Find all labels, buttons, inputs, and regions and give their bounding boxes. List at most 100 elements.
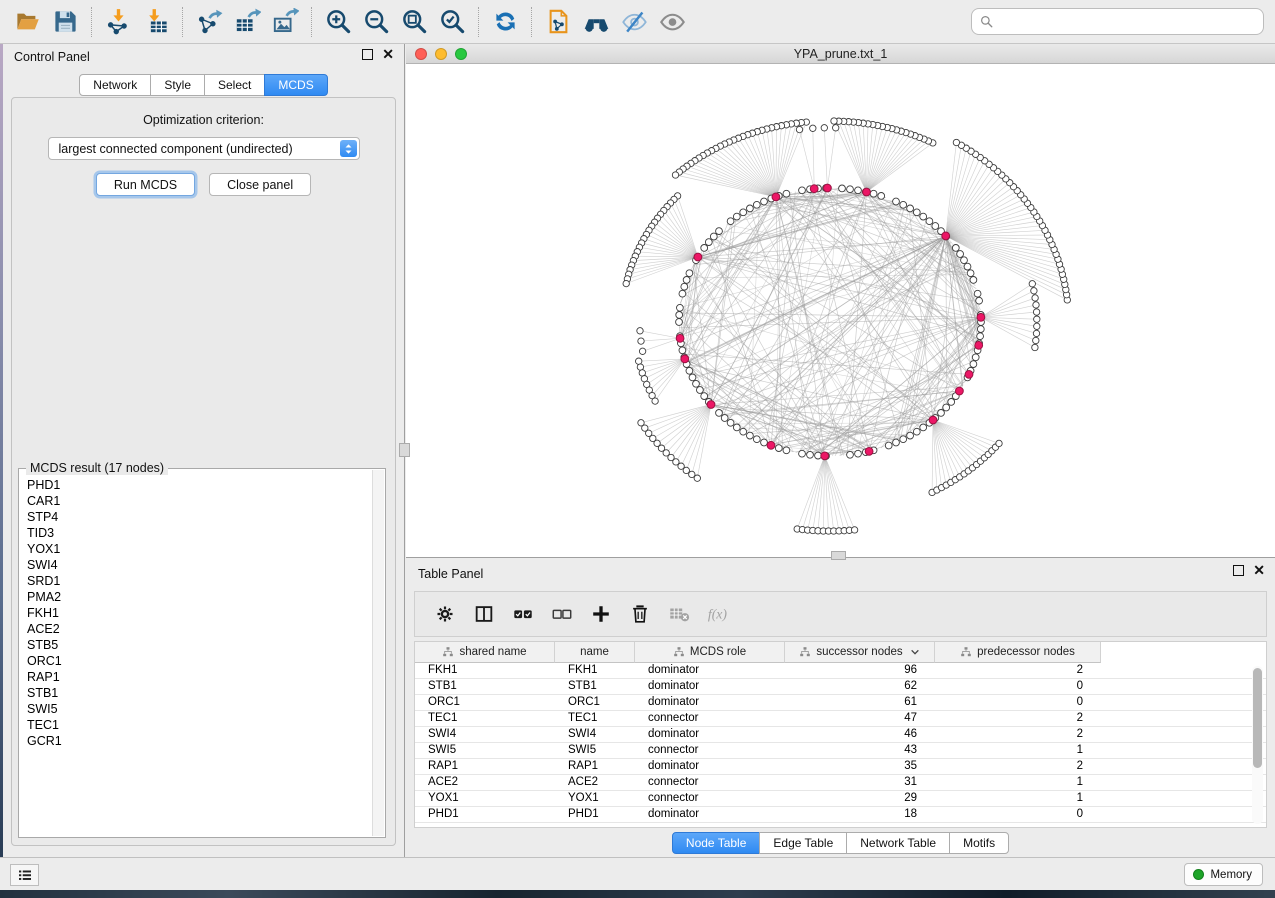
unselect-all-button[interactable] (546, 598, 578, 630)
tab-select[interactable]: Select (204, 74, 265, 96)
toolbar-separator (478, 7, 479, 37)
zoom-window-icon[interactable] (455, 48, 467, 60)
export-table-button[interactable] (228, 4, 266, 40)
mcds-result-item[interactable]: SWI4 (20, 557, 372, 573)
cell-shared_name: ACE2 (415, 775, 555, 790)
tab-node-table[interactable]: Node Table (672, 832, 761, 854)
table-row[interactable]: YOX1YOX1connector291 (415, 791, 1266, 807)
mcds-result-item[interactable]: FKH1 (20, 605, 372, 621)
mcds-result-item[interactable]: GCR1 (20, 733, 372, 749)
table-row[interactable]: PHD1PHD1dominator180 (415, 807, 1266, 823)
cell-name: ACE2 (555, 775, 635, 790)
zoom-in-button[interactable] (319, 4, 357, 40)
table-row[interactable]: ACE2ACE2connector311 (415, 775, 1266, 791)
cell-shared_name: SWI4 (415, 727, 555, 742)
refresh-button[interactable] (486, 4, 524, 40)
close-table-panel-icon[interactable]: ✕ (1253, 565, 1265, 576)
table-row[interactable]: STB1STB1dominator620 (415, 679, 1266, 695)
select-all-icon (512, 603, 534, 625)
mcds-result-item[interactable]: TEC1 (20, 717, 372, 733)
mcds-list-scrollbar[interactable] (372, 470, 384, 836)
network-window-titlebar[interactable]: YPA_prune.txt_1 (406, 44, 1275, 64)
mcds-result-item[interactable]: RAP1 (20, 669, 372, 685)
export-network-button[interactable] (190, 4, 228, 40)
mcds-result-item[interactable]: TID3 (20, 525, 372, 541)
column-header-MCDS-role[interactable]: MCDS role (635, 642, 785, 663)
table-scrollbar[interactable] (1252, 666, 1263, 824)
cell-successors: 62 (785, 679, 935, 694)
cell-name: FKH1 (555, 663, 635, 678)
open-session-button[interactable] (8, 4, 46, 40)
search-binoculars-button[interactable] (577, 4, 615, 40)
memory-button[interactable]: Memory (1184, 863, 1263, 886)
mcds-result-item[interactable]: STP4 (20, 509, 372, 525)
mcds-result-item[interactable]: ACE2 (20, 621, 372, 637)
tab-motifs[interactable]: Motifs (949, 832, 1009, 854)
tab-style[interactable]: Style (150, 74, 205, 96)
add-column-button[interactable] (585, 598, 617, 630)
zoom-out-button[interactable] (357, 4, 395, 40)
search-input[interactable] (994, 12, 1263, 32)
select-all-button[interactable] (507, 598, 539, 630)
network-canvas[interactable] (406, 64, 1275, 557)
tab-mcds[interactable]: MCDS (264, 74, 327, 96)
add-column-icon (590, 603, 612, 625)
zoom-fit-button[interactable] (395, 4, 433, 40)
show-details-button[interactable] (653, 4, 691, 40)
tab-network-table[interactable]: Network Table (846, 832, 950, 854)
network-from-selection-button[interactable] (539, 4, 577, 40)
import-table-button[interactable] (137, 4, 175, 40)
float-panel-icon[interactable] (362, 49, 373, 60)
mcds-result-item[interactable]: STB5 (20, 637, 372, 653)
table-row[interactable]: RAP1RAP1dominator352 (415, 759, 1266, 775)
table-row[interactable]: TEC1TEC1connector472 (415, 711, 1266, 727)
column-header-predecessor-nodes[interactable]: predecessor nodes (935, 642, 1101, 663)
table-scrollbar-thumb[interactable] (1253, 668, 1262, 768)
mcds-result-item[interactable]: YOX1 (20, 541, 372, 557)
table-row[interactable]: FKH1FKH1dominator962 (415, 663, 1266, 679)
table-panel: Table Panel ✕ f(x) shared namenameMCDS r… (406, 560, 1275, 857)
delete-column-button[interactable] (624, 598, 656, 630)
mcds-result-item[interactable]: STB1 (20, 685, 372, 701)
task-history-button[interactable] (10, 864, 39, 886)
mcds-result-item[interactable]: CAR1 (20, 493, 372, 509)
column-header-shared-name[interactable]: shared name (415, 642, 555, 663)
tab-edge-table[interactable]: Edge Table (759, 832, 847, 854)
run-mcds-button[interactable]: Run MCDS (96, 173, 195, 196)
close-window-icon[interactable] (415, 48, 427, 60)
mcds-result-item[interactable]: SRD1 (20, 573, 372, 589)
cell-predecessors: 2 (935, 711, 1101, 726)
vertical-splitter-handle[interactable] (399, 443, 410, 457)
cell-role: connector (635, 791, 785, 806)
control-panel-title: Control Panel (14, 50, 90, 64)
close-panel-button[interactable]: Close panel (209, 173, 311, 196)
mcds-result-item[interactable]: ORC1 (20, 653, 372, 669)
cell-shared_name: STB1 (415, 679, 555, 694)
mcds-result-item[interactable]: PHD1 (20, 477, 372, 493)
table-row[interactable]: ORC1ORC1dominator610 (415, 695, 1266, 711)
search-box[interactable] (971, 8, 1264, 35)
float-table-panel-icon[interactable] (1233, 565, 1244, 576)
column-label: shared name (459, 646, 526, 658)
mcds-result-item[interactable]: SWI5 (20, 701, 372, 717)
memory-status-icon (1193, 869, 1204, 880)
optimization-criterion-select[interactable]: largest connected component (undirected) (48, 137, 360, 160)
cell-successors: 43 (785, 743, 935, 758)
cell-role: dominator (635, 695, 785, 710)
column-header-name[interactable]: name (555, 642, 635, 663)
close-panel-icon[interactable]: ✕ (382, 49, 394, 60)
table-row[interactable]: SWI5SWI5connector431 (415, 743, 1266, 759)
zoom-selected-button[interactable] (433, 4, 471, 40)
save-session-button[interactable] (46, 4, 84, 40)
hide-details-button[interactable] (615, 4, 653, 40)
column-split-button[interactable] (468, 598, 500, 630)
export-image-button[interactable] (266, 4, 304, 40)
tab-network[interactable]: Network (79, 74, 151, 96)
table-row[interactable]: SWI4SWI4dominator462 (415, 727, 1266, 743)
import-network-button[interactable] (99, 4, 137, 40)
mcds-result-item[interactable]: PMA2 (20, 589, 372, 605)
horizontal-splitter-handle[interactable] (831, 551, 846, 560)
minimize-window-icon[interactable] (435, 48, 447, 60)
gear-button[interactable] (429, 598, 461, 630)
column-header-successor-nodes[interactable]: successor nodes (785, 642, 935, 663)
